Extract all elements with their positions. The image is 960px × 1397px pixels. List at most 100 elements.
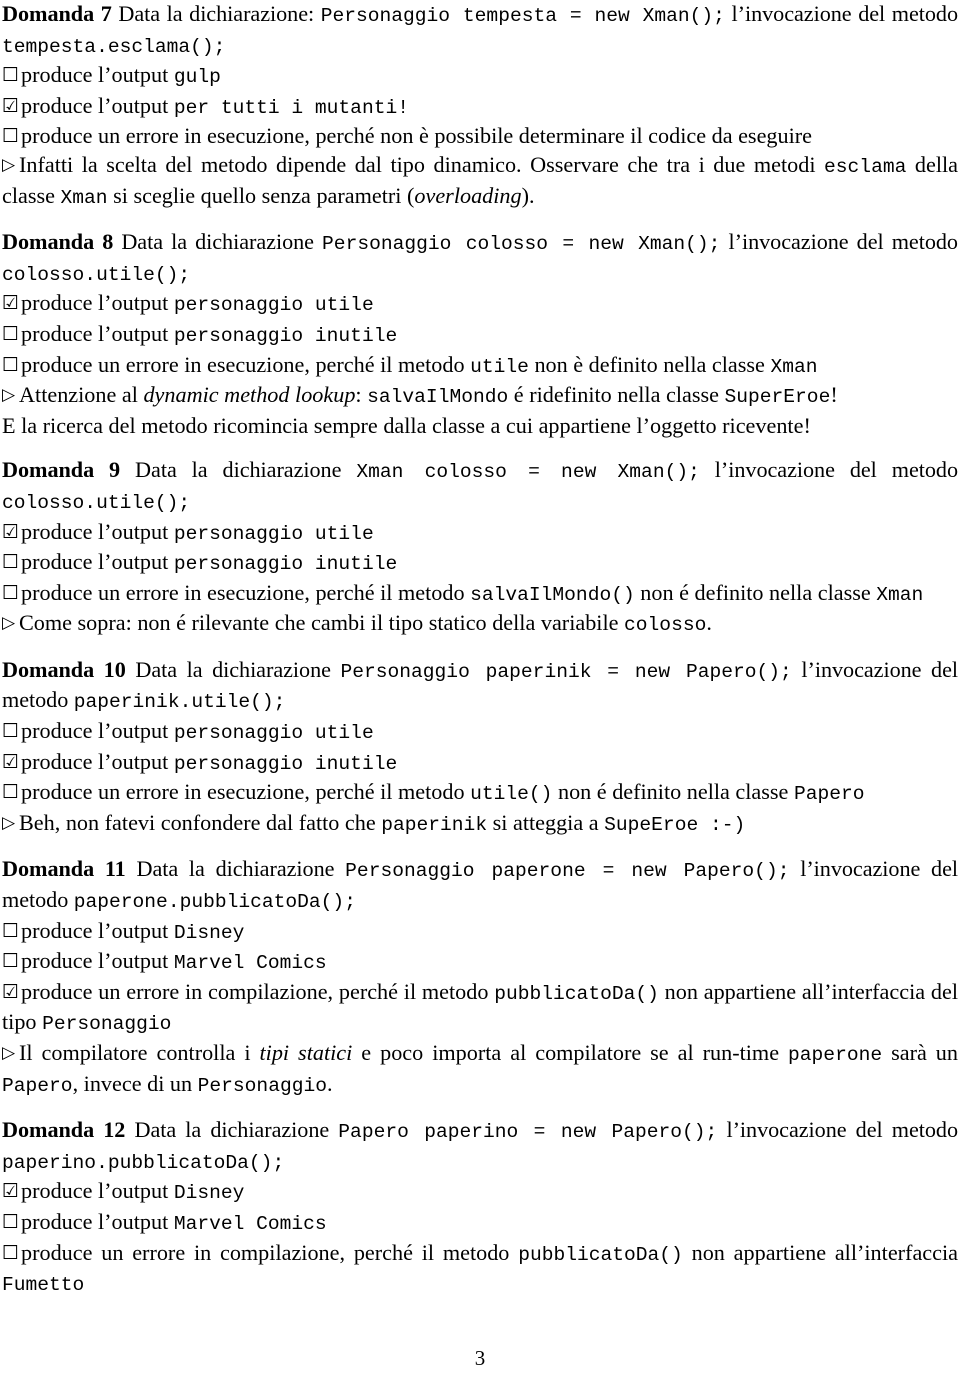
note-code: SupeEroe :-) <box>604 813 746 836</box>
question-intro: Domanda 8 Data la dichiarazione Personag… <box>2 228 958 289</box>
explanation-note: ▷ Attenzione al dynamic method lookup: sa… <box>2 381 958 412</box>
question-invocation-code: tempesta.esclama(); <box>2 35 226 58</box>
option-lead: produce un errore in esecuzione, perché … <box>21 351 471 377</box>
option-lead: produce un errore in esecuzione, perché … <box>21 579 471 605</box>
option-row[interactable]: ☑produce l’output personaggio utile <box>2 289 958 320</box>
question-intro-lead: Data la dichiarazione <box>120 457 357 483</box>
question-number: Domanda 12 <box>2 1117 126 1143</box>
option-row[interactable]: ☐produce un errore in esecuzione, perché… <box>2 351 958 382</box>
checkbox-empty-icon[interactable]: ☐ <box>2 921 21 941</box>
option-lead: produce un errore in compilazione, perch… <box>21 1239 519 1265</box>
note-text: : <box>355 382 368 408</box>
question-block-domanda-10: Domanda 10 Data la dichiarazione Persona… <box>2 656 958 840</box>
option-row[interactable]: ☐produce un errore in esecuzione, perché… <box>2 579 958 610</box>
checkbox-empty-icon[interactable]: ☐ <box>2 583 21 603</box>
option-code-2: Xman <box>770 355 818 378</box>
checkbox-empty-icon[interactable]: ☐ <box>2 1243 21 1263</box>
option-code: per tutti i mutanti! <box>173 96 409 119</box>
option-row[interactable]: ☑produce l’output personaggio utile <box>2 518 958 549</box>
document-page: Domanda 7 Data la dichiarazione: Persona… <box>0 0 960 1397</box>
note-code: Personaggio <box>197 1074 327 1097</box>
option-code: utile() <box>470 783 553 806</box>
question-intro-tail: l’invocazione del metodo <box>720 229 959 255</box>
option-row[interactable]: ☑produce un errore in compilazione, perc… <box>2 978 958 1039</box>
option-row[interactable]: ☐produce l’output personaggio inutile <box>2 548 958 579</box>
option-tail: non é definito nella classe <box>634 579 877 605</box>
checkbox-empty-icon[interactable]: ☐ <box>2 355 21 375</box>
checkbox-empty-icon[interactable]: ☐ <box>2 66 21 85</box>
question-declaration-code: Papero paperino = new Papero(); <box>338 1121 718 1144</box>
question-intro-tail: l’invocazione del metodo <box>717 1117 959 1143</box>
checkbox-checked-icon[interactable]: ☑ <box>2 522 21 542</box>
option-code: Marvel Comics <box>173 1212 327 1235</box>
option-lead: produce l’output <box>21 1178 174 1204</box>
question-block-domanda-7: Domanda 7 Data la dichiarazione: Persona… <box>2 0 958 212</box>
question-invocation-code: colosso.utile(); <box>2 263 191 286</box>
option-code: personaggio inutile <box>173 553 398 576</box>
option-lead: produce l’output <box>21 290 174 316</box>
option-row[interactable]: ☐produce l’output Disney <box>2 917 958 948</box>
note-bullet-icon: ▷ <box>2 154 16 175</box>
checkbox-checked-icon[interactable]: ☑ <box>2 982 21 1002</box>
question-block-domanda-11: Domanda 11 Data la dichiarazione Persona… <box>2 855 958 1100</box>
option-code: gulp <box>173 66 221 89</box>
checkbox-empty-icon[interactable]: ☐ <box>2 722 21 741</box>
question-intro-lead: Data la dichiarazione <box>125 1117 339 1143</box>
checkbox-empty-icon[interactable]: ☐ <box>2 324 21 344</box>
question-intro: Domanda 7 Data la dichiarazione: Persona… <box>2 0 958 61</box>
option-row[interactable]: ☐produce l’output personaggio utile <box>2 717 958 748</box>
note-text: ! <box>830 382 838 408</box>
option-lead: produce un errore in esecuzione, perché … <box>21 123 813 149</box>
checkbox-checked-icon[interactable]: ☑ <box>2 1182 21 1201</box>
option-lead: produce l’output <box>21 748 174 774</box>
option-row[interactable]: ☐produce un errore in esecuzione, perché… <box>2 122 958 151</box>
option-lead: produce l’output <box>21 549 174 575</box>
option-row[interactable]: ☐produce l’output Marvel Comics <box>2 1208 958 1239</box>
note-code: SuperEroe <box>724 386 831 409</box>
option-lead: produce l’output <box>21 320 174 346</box>
option-lead: produce l’output <box>21 62 174 88</box>
note-italic: overloading <box>414 182 522 208</box>
option-code: personaggio inutile <box>173 752 398 775</box>
checkbox-empty-icon[interactable]: ☐ <box>2 553 21 572</box>
option-row[interactable]: ☐produce un errore in compilazione, perc… <box>2 1239 958 1300</box>
question-intro: Domanda 12 Data la dichiarazione Papero … <box>2 1116 958 1177</box>
explanation-note-line2: E la ricerca del metodo ricomincia sempr… <box>2 412 811 438</box>
question-intro-lead: Data la dichiarazione: <box>111 1 321 26</box>
option-tail: non appartiene all’interfaccia <box>682 1239 958 1265</box>
note-text: Beh, non fatevi confondere dal fatto che <box>19 809 382 835</box>
checkbox-checked-icon[interactable]: ☑ <box>2 96 21 116</box>
note-bullet-icon: ▷ <box>2 613 16 634</box>
checkbox-empty-icon[interactable]: ☐ <box>2 952 21 971</box>
checkbox-checked-icon[interactable]: ☑ <box>2 752 21 772</box>
option-code: personaggio utile <box>173 522 374 545</box>
question-number: Domanda 7 <box>2 1 112 26</box>
checkbox-empty-icon[interactable]: ☐ <box>2 127 21 146</box>
note-text: si sceglie quello senza parametri ( <box>107 182 415 208</box>
option-code: utile <box>470 355 529 378</box>
checkbox-empty-icon[interactable]: ☐ <box>2 1212 21 1232</box>
note-text: Infatti la scelta del metodo dipende dal… <box>19 151 825 177</box>
option-row[interactable]: ☐produce l’output personaggio inutile <box>2 320 958 351</box>
option-code: Disney <box>173 921 245 944</box>
option-code: personaggio utile <box>173 294 374 317</box>
option-row[interactable]: ☐produce un errore in esecuzione, perché… <box>2 778 958 809</box>
option-lead: produce l’output <box>21 948 174 974</box>
checkbox-checked-icon[interactable]: ☑ <box>2 294 21 313</box>
question-declaration-code: Xman colosso = new Xman(); <box>356 461 700 484</box>
option-code-2: Papero <box>793 783 865 806</box>
option-lead: produce l’output <box>21 518 174 544</box>
option-row[interactable]: ☑produce l’output per tutti i mutanti! <box>2 92 958 123</box>
note-text: Come sopra: non é rilevante che cambi il… <box>19 610 625 636</box>
note-text: ). <box>521 182 535 208</box>
note-code: colosso <box>624 614 707 637</box>
question-declaration-code: Personaggio paperone = new Papero(); <box>345 860 790 883</box>
option-row[interactable]: ☐produce l’output gulp <box>2 61 958 92</box>
page-number: 3 <box>474 1346 486 1370</box>
option-row[interactable]: ☑produce l’output personaggio inutile <box>2 748 958 779</box>
question-number: Domanda 8 <box>2 229 114 255</box>
question-declaration-code: Personaggio paperinik = new Papero(); <box>340 660 792 683</box>
option-row[interactable]: ☑produce l’output Disney <box>2 1177 958 1208</box>
option-row[interactable]: ☐produce l’output Marvel Comics <box>2 947 958 978</box>
checkbox-empty-icon[interactable]: ☐ <box>2 783 21 802</box>
